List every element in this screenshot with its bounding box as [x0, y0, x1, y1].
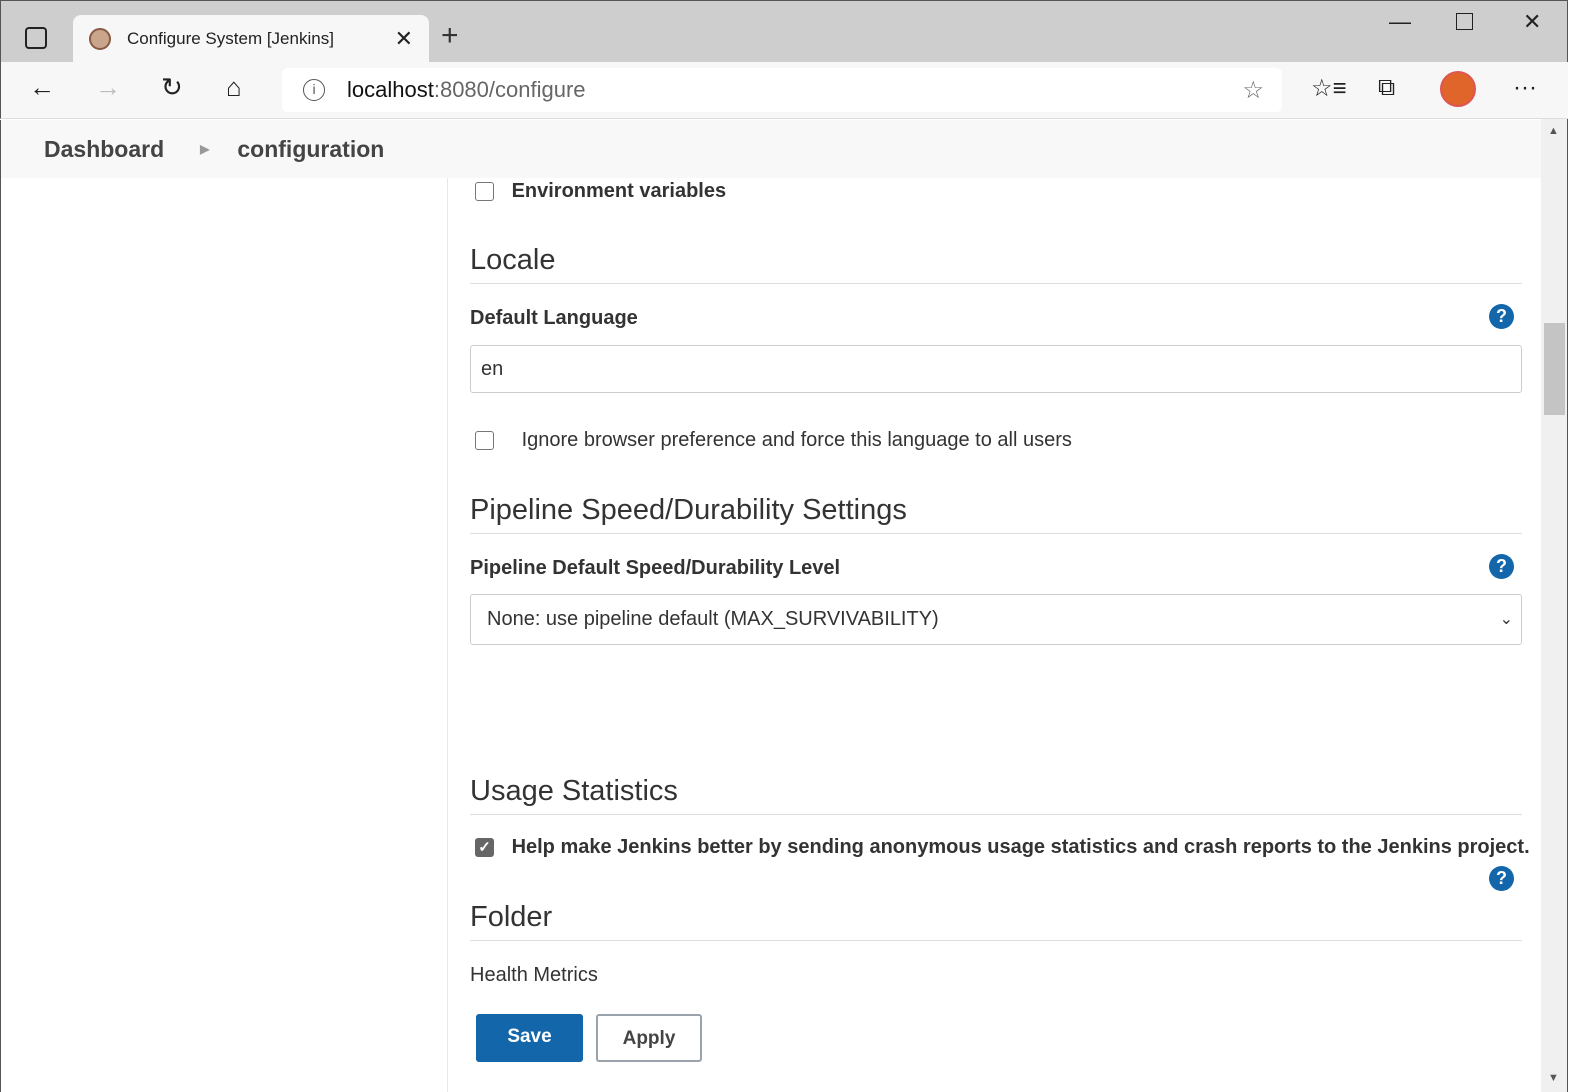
scrollbar-thumb[interactable]	[1544, 323, 1565, 415]
usage-row: ✓ Help make Jenkins better by sending an…	[475, 836, 1535, 859]
back-icon[interactable]: ←	[29, 72, 55, 103]
ignore-browser-label: Ignore browser preference and force this…	[521, 429, 1072, 451]
apply-button[interactable]: Apply	[596, 1014, 702, 1062]
breadcrumb-dashboard[interactable]: Dashboard	[44, 136, 164, 163]
help-icon[interactable]: ?	[1489, 304, 1514, 329]
collections-icon[interactable]: ⧉	[1378, 74, 1395, 102]
env-vars-row: Environment variables	[475, 180, 1527, 203]
title-bar: Configure System [Jenkins] ✕ + — ✕	[0, 0, 1568, 63]
chevron-down-icon: ⌄	[1499, 611, 1513, 628]
default-language-label: Default Language	[470, 307, 638, 329]
usage-checkbox[interactable]: ✓	[475, 838, 494, 858]
home-icon[interactable]: ⌂	[226, 72, 242, 103]
scroll-down-icon[interactable]: ▼	[1548, 1072, 1559, 1084]
site-info-icon[interactable]: i	[303, 79, 325, 101]
browser-tab[interactable]: Configure System [Jenkins] ✕	[73, 15, 429, 63]
help-icon[interactable]: ?	[1489, 866, 1514, 891]
browser-toolbar: ← → ↻ ⌂ i localhost:8080/configure ☆ ☆≡ …	[0, 62, 1568, 119]
more-icon[interactable]: ···	[1513, 74, 1537, 102]
close-tab-icon[interactable]: ✕	[395, 26, 413, 52]
pipeline-level-value: None: use pipeline default (MAX_SURVIVAB…	[487, 608, 939, 630]
tab-actions-icon[interactable]	[25, 27, 47, 49]
config-page: Environment variables Locale Default Lan…	[0, 178, 1541, 1092]
env-vars-label: Environment variables	[511, 180, 727, 202]
pipeline-heading: Pipeline Speed/Durability Settings	[470, 494, 1522, 534]
refresh-icon[interactable]: ↻	[161, 72, 183, 103]
scrollbar[interactable]: ▲ ▼	[1541, 119, 1568, 1092]
usage-label: Help make Jenkins better by sending anon…	[511, 836, 1530, 858]
locale-heading: Locale	[470, 244, 1522, 284]
url-host: localhost	[347, 77, 434, 102]
breadcrumb: Dashboard ▶ configuration	[0, 120, 1541, 178]
breadcrumb-configuration[interactable]: configuration	[237, 136, 384, 163]
url-path: :8080/configure	[433, 77, 586, 102]
sidebar-divider	[447, 178, 448, 1092]
forward-icon: →	[95, 72, 121, 102]
minimize-icon[interactable]: —	[1389, 9, 1411, 35]
usage-heading: Usage Statistics	[470, 775, 1522, 815]
health-metrics-label: Health Metrics	[470, 964, 598, 986]
profile-avatar[interactable]	[1440, 71, 1476, 107]
tab-title: Configure System [Jenkins]	[127, 29, 334, 48]
save-button[interactable]: Save	[476, 1014, 583, 1062]
default-language-input[interactable]: en	[470, 345, 1522, 393]
new-tab-icon[interactable]: +	[441, 19, 459, 53]
pipeline-level-label: Pipeline Default Speed/Durability Level	[470, 557, 841, 579]
jenkins-favicon-icon	[89, 28, 111, 50]
scroll-up-icon[interactable]: ▲	[1548, 125, 1559, 137]
close-window-icon[interactable]: ✕	[1523, 9, 1541, 35]
ignore-browser-row: Ignore browser preference and force this…	[475, 429, 1527, 452]
favorites-icon[interactable]: ☆≡	[1311, 74, 1347, 103]
breadcrumb-separator-icon: ▶	[200, 142, 210, 156]
add-favorite-icon[interactable]: ☆	[1242, 76, 1264, 105]
maximize-icon[interactable]	[1456, 13, 1473, 30]
help-icon[interactable]: ?	[1489, 554, 1514, 579]
ignore-browser-checkbox[interactable]	[475, 431, 494, 451]
pipeline-level-select[interactable]: None: use pipeline default (MAX_SURVIVAB…	[470, 594, 1522, 645]
env-vars-checkbox[interactable]	[475, 182, 494, 202]
address-bar[interactable]: i localhost:8080/configure ☆	[282, 68, 1282, 112]
folder-heading: Folder	[470, 901, 1522, 941]
